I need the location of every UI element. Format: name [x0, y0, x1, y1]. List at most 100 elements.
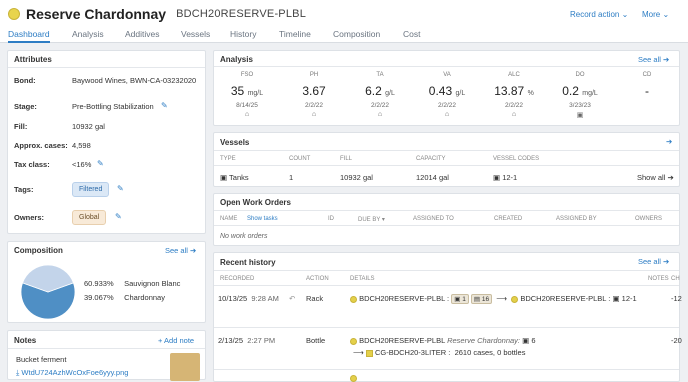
bond-label: Bond: [14, 76, 36, 85]
col-change: CH [671, 276, 680, 282]
composition-card: Composition See all ➔ 60.933% Sauvignon … [7, 241, 206, 323]
col-assigned-to: ASSIGNED TO [413, 216, 454, 222]
home-icon: ⌂ [511, 111, 517, 118]
more-button[interactable]: More ⌄ [642, 10, 669, 19]
history-date: 10/13/25 9:28 AM [218, 294, 279, 303]
tab-dashboard[interactable]: Dashboard [8, 28, 50, 43]
history-action: Rack [306, 294, 324, 303]
composition-title: Composition [14, 246, 63, 255]
analysis-see-all-link[interactable]: See all ➔ [638, 55, 669, 64]
work-orders-title: Open Work Orders [220, 198, 291, 207]
add-note-button[interactable]: + Add note [158, 336, 194, 345]
tag-chip[interactable]: Filtered [72, 182, 110, 197]
arrow-right-icon: ⟶ [353, 348, 364, 357]
note-text: Bucket ferment [16, 355, 67, 364]
attributes-card: Attributes Bond: Baywood Wines, BWN-CA-0… [7, 50, 206, 234]
arrow-right-icon: ➔ [667, 173, 674, 182]
history-details: BDCH20RESERVE-PLBL : ▣ 1 ▤ 16 ⟶ BDCH20RE… [350, 294, 637, 304]
vessel-count: 1 [289, 173, 294, 182]
col-id: ID [328, 216, 334, 222]
col-due-by[interactable]: DUE BY ▾ [358, 216, 385, 223]
metric-ta: TA 6.2 g/L 2/2/22 ⌂ [350, 72, 410, 118]
tank-icon: ▣ [493, 173, 501, 182]
tab-timeline[interactable]: Timeline [279, 28, 311, 43]
col-action: ACTION [306, 276, 329, 282]
composition-pie-chart [20, 264, 76, 320]
arrow-right-icon: ➔ [663, 55, 670, 64]
note-thumbnail[interactable] [170, 353, 200, 381]
note-attachment-link[interactable]: ⤓ WtdU724AzhWcOxFoe6yyy.png [16, 368, 128, 378]
vessels-card: Vessels ➔ TYPE COUNT FILL CAPACITY VESSE… [213, 132, 680, 187]
edit-tax-pencil-icon[interactable]: ✎ [97, 159, 104, 168]
home-icon: ⌂ [311, 111, 317, 118]
tab-history[interactable]: History [230, 28, 256, 43]
vessel-badge: ▣ 1 [451, 294, 469, 304]
stage-value: Pre-Bottling Stabilization [72, 102, 154, 111]
lot-dot-icon [350, 375, 357, 382]
history-see-all-link[interactable]: See all ➔ [638, 257, 669, 266]
composition-item: 60.933% Sauvignon Blanc [84, 279, 181, 288]
history-title: Recent history [220, 258, 276, 267]
col-notes: NOTES [648, 276, 669, 282]
tank-icon: ▣ [576, 112, 584, 119]
composition-item: 39.067% Chardonnay [84, 293, 165, 302]
lot-dot-icon [350, 295, 357, 303]
edit-tags-pencil-icon[interactable]: ✎ [117, 184, 124, 193]
show-tasks-link[interactable]: Show tasks [247, 216, 278, 222]
metric-fso: FSO 35 mg/L 8/14/25 ⌂ [217, 72, 277, 118]
history-bottle-details: ⟶ CG-BDCH20-3LITER : 2610 cases, 0 bottl… [353, 348, 526, 357]
arrow-right-icon: ➔ [190, 246, 197, 255]
home-icon: ⌂ [444, 111, 450, 118]
tab-analysis[interactable]: Analysis [72, 28, 104, 43]
vessel-capacity: 12014 gal [416, 173, 449, 182]
barrel-badge: ▤ 16 [470, 294, 493, 304]
analysis-title: Analysis [220, 55, 253, 64]
cases-label: Approx. cases: [14, 141, 68, 150]
undo-icon[interactable]: ↶ [289, 294, 295, 303]
vessel-type: ▣ Tanks [220, 173, 249, 182]
metric-va: VA 0.43 g/L 2/2/22 ⌂ [417, 72, 477, 118]
tab-composition[interactable]: Composition [333, 28, 380, 43]
show-all-link[interactable]: Show all ➔ [637, 173, 674, 182]
tab-additives[interactable]: Additives [125, 28, 160, 43]
tab-vessels[interactable]: Vessels [181, 28, 210, 43]
col-recorded: RECORDED [220, 276, 255, 282]
sort-down-icon: ▾ [381, 217, 385, 223]
history-change: -12 [671, 294, 682, 303]
lot-dot-icon [511, 295, 519, 303]
owner-chip[interactable]: Global [72, 210, 107, 225]
chevron-down-icon: ⌄ [662, 10, 670, 19]
col-details: DETAILS [350, 276, 375, 282]
col-vessel-codes: VESSEL CODES [493, 156, 540, 162]
page-header: Reserve Chardonnay BDCH20RESERVE-PLBL Re… [0, 0, 688, 28]
chevron-down-icon: ⌄ [621, 10, 629, 19]
col-owners: OWNERS [635, 216, 662, 222]
history-change: -20 [671, 336, 682, 345]
tank-icon: ▣ [522, 336, 530, 345]
tank-icon: ▣ [612, 294, 620, 303]
composition-see-all-link[interactable]: See all ➔ [165, 246, 196, 255]
arrow-right-icon[interactable]: ➔ [666, 137, 672, 146]
col-type: TYPE [220, 156, 236, 162]
record-action-button[interactable]: Record action ⌄ [570, 10, 628, 19]
tab-bar: Dashboard Analysis Additives Vessels His… [0, 28, 688, 43]
vessel-fill: 10932 gal [340, 173, 373, 182]
tab-cost[interactable]: Cost [403, 28, 420, 43]
metric-ph: PH 3.67 2/2/22 ⌂ [284, 72, 344, 118]
home-icon: ⌂ [377, 111, 383, 118]
metric-cd: CD - [642, 72, 652, 98]
vessel-code[interactable]: ▣ 12-1 [493, 173, 517, 182]
cases-value: 4,598 [72, 141, 91, 150]
col-fill: FILL [340, 156, 353, 162]
history-card: Recent history See all ➔ RECORDED ACTION… [213, 252, 682, 382]
fill-label: Fill: [14, 122, 28, 131]
history-date: 2/13/25 2:27 PM [218, 336, 276, 345]
col-created: CREATED [494, 216, 523, 222]
edit-owners-pencil-icon[interactable]: ✎ [115, 212, 122, 221]
edit-stage-pencil-icon[interactable]: ✎ [161, 101, 168, 110]
arrow-right-icon: ➔ [663, 257, 670, 266]
arrow-right-icon: ⟶ [496, 294, 508, 303]
download-icon: ⤓ [16, 368, 20, 377]
lot-dot-icon [350, 337, 357, 345]
history-action: Bottle [306, 336, 326, 345]
